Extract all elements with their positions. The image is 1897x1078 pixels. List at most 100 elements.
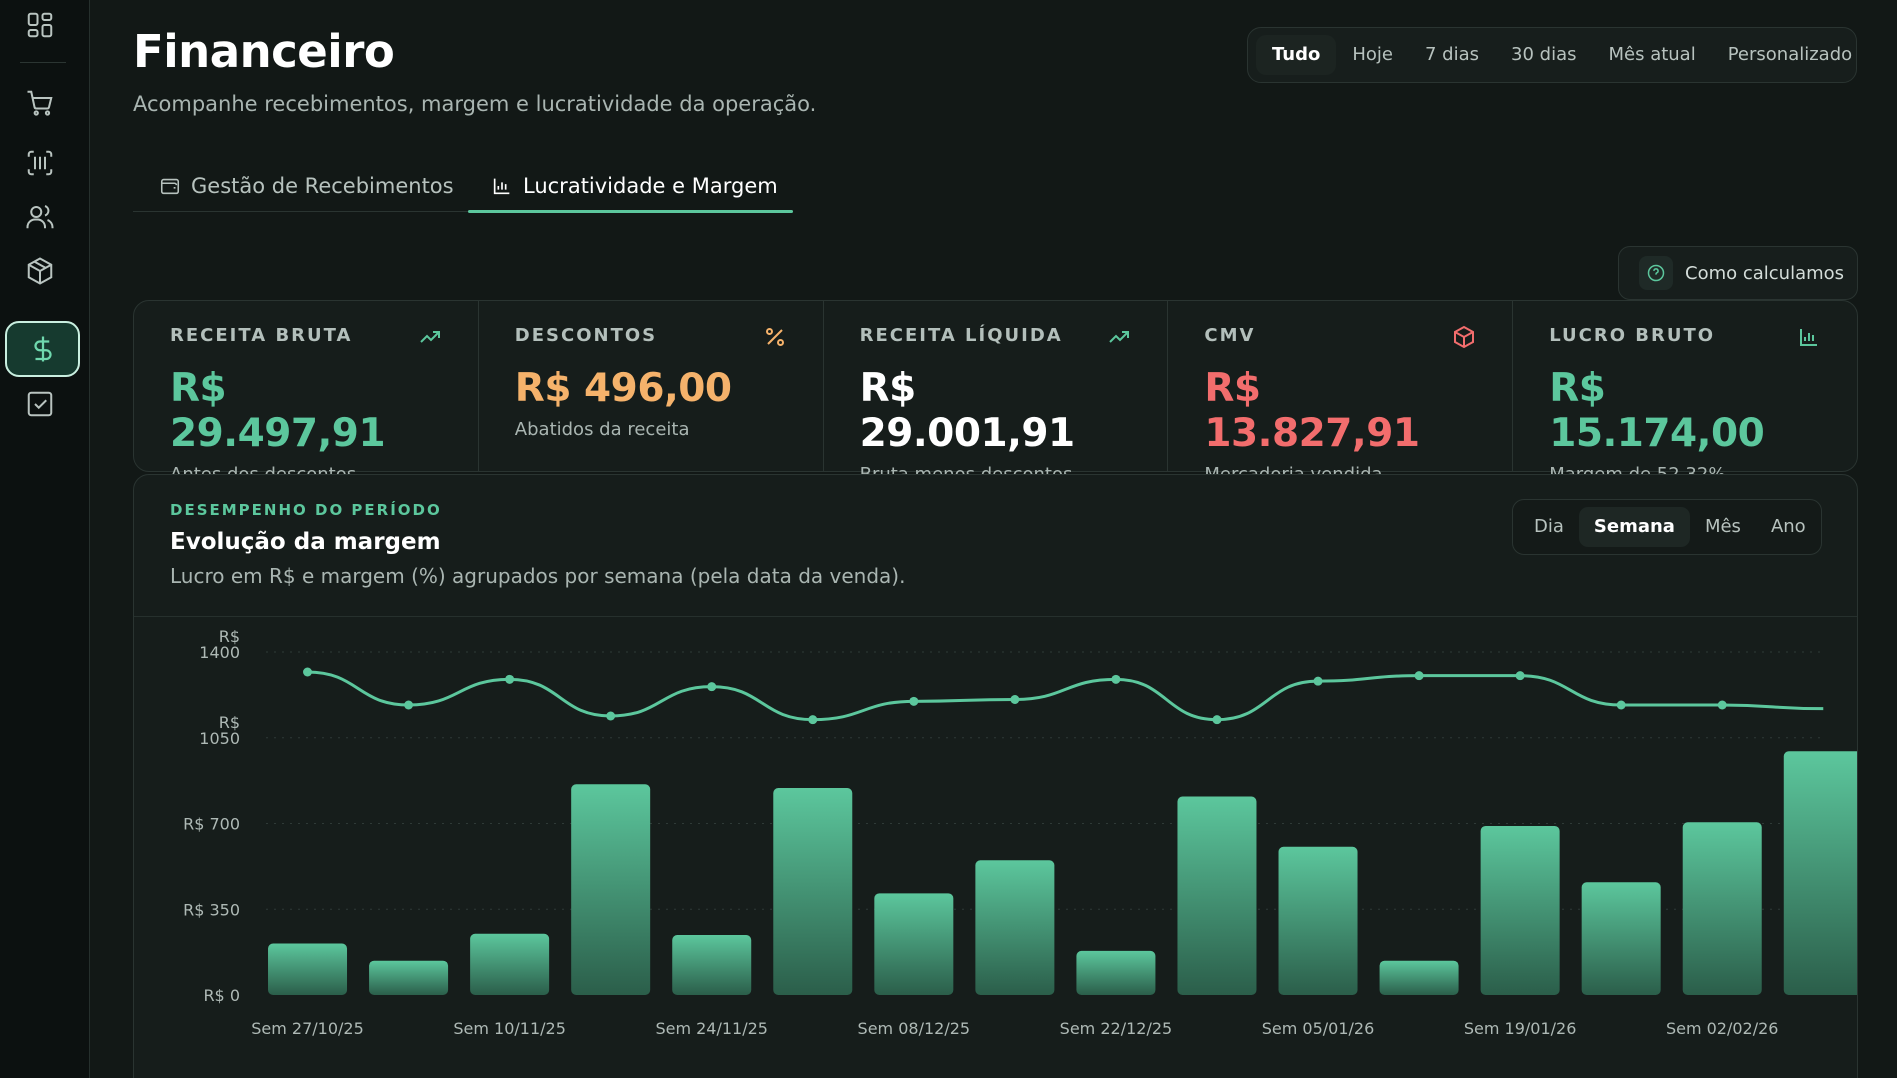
line-point: [1414, 671, 1424, 681]
cart-icon[interactable]: [20, 83, 60, 123]
kpi-lucro-bruto: LUCRO BRUTO R$ 15.174,00 Margem de 52,32…: [1513, 301, 1857, 485]
line-point: [404, 700, 414, 710]
package-icon: [1454, 325, 1475, 349]
line-point: [1515, 671, 1525, 681]
line-point: [1010, 695, 1020, 704]
line-point: [808, 715, 818, 725]
kpi-label: RECEITA BRUTA: [170, 325, 353, 346]
kpi-value: R$ 29.001,91: [859, 366, 1076, 456]
tab-label: Lucratividade e Margem: [523, 174, 778, 198]
bar: [470, 933, 550, 995]
bar: [1278, 846, 1358, 995]
range-option-hoje[interactable]: Hoje: [1336, 35, 1409, 75]
range-option-30-dias[interactable]: 30 dias: [1495, 35, 1592, 75]
bar: [571, 784, 651, 995]
bar: [672, 934, 752, 995]
wallet-icon: [160, 178, 180, 195]
kpi-value: R$ 15.174,00: [1549, 366, 1765, 456]
kpi-receita-liquida: RECEITA LÍQUIDA R$ 29.001,91 Bruta menos…: [824, 301, 1169, 485]
page-title: Financeiro: [133, 25, 395, 78]
x-tick-label: Sem 02/02/26: [1666, 1019, 1779, 1038]
section-tabs: Gestão de Recebimentos Lucratividade e M…: [133, 160, 793, 213]
y-tick-label: R$ 1050: [199, 713, 240, 748]
x-tick-label: Sem 22/12/25: [1060, 1019, 1173, 1038]
bar: [975, 860, 1055, 995]
bar: [1076, 950, 1156, 995]
bar: [268, 943, 348, 995]
kpi-caption: Abatidos da receita: [514, 419, 690, 440]
card-title: Evolução da margem: [170, 529, 441, 555]
bar: [369, 960, 449, 995]
bar: [1682, 822, 1762, 995]
checklist-icon[interactable]: [20, 384, 60, 424]
y-tick-label: R$ 0: [203, 986, 240, 1005]
bar-chart-icon: [1799, 329, 1817, 346]
dollar-icon[interactable]: [5, 321, 80, 377]
page-subtitle: Acompanhe recebimentos, margem e lucrati…: [133, 92, 817, 116]
dashboard-icon[interactable]: [20, 5, 60, 45]
kpi-value: R$ 13.827,91: [1204, 366, 1420, 456]
x-tick-label: Sem 19/01/26: [1464, 1019, 1577, 1038]
how-we-calculate-button[interactable]: Como calculamos: [1618, 246, 1858, 300]
card-eyebrow: DESEMPENHO DO PERÍODO: [170, 501, 442, 519]
margin-chart: R$ 0 R$ 350 R$ 700 R$ 1050 R$ 1400 Sem 27/10/25…: [183, 627, 1857, 1038]
bar: [874, 893, 954, 995]
line-point: [1616, 700, 1626, 710]
bar: [1783, 751, 1857, 995]
line-point: [606, 711, 616, 721]
x-tick-label: Sem 08/12/25: [858, 1019, 971, 1038]
line-point: [1717, 700, 1727, 710]
range-option-tudo[interactable]: Tudo: [1256, 35, 1337, 75]
line-point: [1111, 674, 1121, 684]
line-point: [505, 674, 515, 684]
kpi-value: R$ 496,00: [514, 366, 732, 411]
granularity-selector: Dia Semana Mês Ano: [1512, 499, 1822, 555]
y-tick-label: R$ 1400: [199, 627, 240, 662]
date-range-selector: Tudo Hoje 7 dias 30 dias Mês atual Perso…: [1247, 27, 1857, 83]
how-we-calculate-label: Como calculamos: [1685, 262, 1845, 284]
granularity-ano[interactable]: Ano: [1756, 507, 1821, 547]
kpi-label: CMV: [1204, 325, 1256, 346]
help-circle-icon: [1639, 256, 1673, 290]
sidebar-divider: [20, 62, 66, 63]
kpi-label: RECEITA LÍQUIDA: [859, 325, 1063, 346]
line-point: [707, 682, 717, 692]
x-tick-label: Sem 05/01/26: [1262, 1019, 1375, 1038]
kpi-cards: RECEITA BRUTA R$ 29.497,91 Antes dos des…: [133, 300, 1858, 485]
range-option-mes-atual[interactable]: Mês atual: [1592, 35, 1711, 75]
kpi-value: R$ 29.497,91: [170, 366, 386, 456]
sidebar: [0, 0, 90, 1078]
range-option-personalizado[interactable]: Personalizado: [1712, 35, 1868, 75]
line-point: [1212, 715, 1222, 725]
x-tick-label: Sem 24/11/25: [655, 1019, 768, 1038]
box-icon[interactable]: [20, 251, 60, 291]
bar-chart-icon: [493, 178, 510, 195]
line-point: [909, 696, 919, 706]
active-tab-indicator: [468, 210, 793, 213]
kpi-label: LUCRO BRUTO: [1549, 325, 1716, 346]
barcode-icon[interactable]: [20, 143, 60, 183]
tab-gestao-recebimentos[interactable]: Gestão de Recebimentos: [159, 160, 454, 212]
kpi-receita-bruta: RECEITA BRUTA R$ 29.497,91 Antes dos des…: [134, 301, 479, 485]
tab-lucratividade-margem[interactable]: Lucratividade e Margem: [491, 160, 778, 212]
kpi-label: DESCONTOS: [514, 325, 658, 346]
granularity-dia[interactable]: Dia: [1519, 507, 1579, 547]
users-icon[interactable]: [20, 197, 60, 237]
margin-line: [307, 670, 1824, 722]
margin-evolution-card: DESEMPENHO DO PERÍODO Evolução da margem…: [133, 474, 1858, 1078]
bar: [1581, 882, 1661, 995]
line-point: [1313, 676, 1323, 686]
y-tick-label: R$ 350: [183, 900, 240, 919]
kpi-descontos: DESCONTOS R$ 496,00 Abatidos da receita: [479, 301, 824, 471]
granularity-mes[interactable]: Mês: [1690, 507, 1756, 547]
y-tick-label: R$ 700: [183, 815, 240, 834]
tab-label: Gestão de Recebimentos: [191, 174, 454, 198]
bar: [1379, 960, 1459, 995]
bar: [773, 787, 853, 995]
trending-up-icon: [420, 331, 440, 343]
granularity-semana[interactable]: Semana: [1578, 507, 1690, 547]
range-option-7-dias[interactable]: 7 dias: [1409, 35, 1495, 75]
kpi-cmv: CMV R$ 13.827,91 Mercadoria vendida: [1168, 301, 1514, 485]
x-tick-label: Sem 10/11/25: [453, 1019, 566, 1038]
percent-icon: [765, 328, 784, 346]
